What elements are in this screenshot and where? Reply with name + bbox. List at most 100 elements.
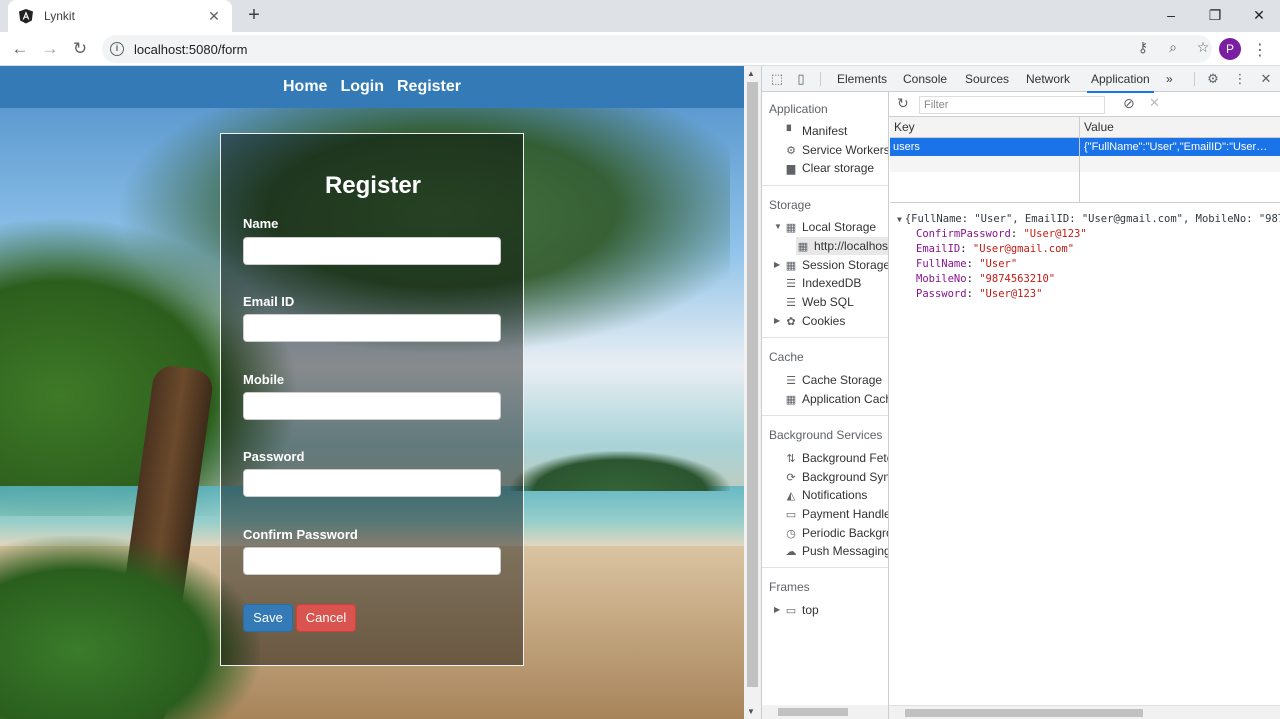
sidebar-item-label: Manifest: [802, 124, 848, 138]
mobile-input[interactable]: [243, 392, 501, 420]
browser-menu-icon[interactable]: ⋮: [1252, 40, 1268, 60]
table-row[interactable]: users {"FullName":"User","EmailID":"User…: [890, 138, 1280, 156]
file-icon: ▘: [786, 126, 796, 138]
expanded-triangle-icon[interactable]: ▼: [897, 215, 902, 224]
row-value: {"FullName":"User","EmailID":"User…: [1084, 141, 1268, 153]
new-tab-icon[interactable]: +: [244, 4, 264, 26]
sidebar-item-application-cache[interactable]: ▦ Application Cache: [784, 390, 888, 408]
sidebar-item-background-sync[interactable]: ⟳ Background Sync: [784, 468, 888, 486]
cookie-icon: ✿: [786, 316, 796, 328]
sidebar-item-manifest[interactable]: ▘ Manifest: [784, 122, 888, 140]
preview-summary[interactable]: ▼ {FullName: "User", EmailID: "User@gmail…: [897, 212, 1280, 227]
device-toolbar-icon[interactable]: ▯: [793, 71, 809, 87]
preview-property: FullName: "User": [916, 258, 1018, 270]
forward-arrow-icon[interactable]: →: [39, 38, 61, 60]
database-icon: ☰: [786, 375, 796, 387]
name-input[interactable]: [243, 237, 501, 265]
property-value: "User": [979, 258, 1018, 270]
sidebar-item-label: Notifications: [802, 488, 868, 502]
column-divider[interactable]: [1079, 117, 1080, 203]
address-bar[interactable]: i localhost:5080/form ⚷ ⌕ ☆: [102, 35, 1212, 63]
tab-application[interactable]: Application: [1087, 66, 1154, 93]
refresh-icon[interactable]: ↻: [897, 95, 909, 112]
tab-console[interactable]: Console: [903, 66, 947, 92]
sidebar-item-background-fetch[interactable]: ⇅ Background Fetch: [784, 449, 888, 467]
sidebar-item-clear-storage[interactable]: ▆ Clear storage: [784, 159, 888, 177]
database-icon: ☰: [786, 297, 796, 309]
sidebar-item-service-workers[interactable]: ⚙ Service Workers: [784, 141, 888, 159]
sidebar-item-push-messaging[interactable]: ☁ Push Messaging: [784, 542, 889, 560]
devtools-close-icon[interactable]: ✕: [1258, 71, 1274, 87]
grid-icon: ▦: [785, 222, 797, 234]
devtools-menu-icon[interactable]: ⋮: [1232, 71, 1248, 87]
page-scrollbar[interactable]: ▲ ▼: [744, 66, 761, 719]
sidebar-item-periodic-sync[interactable]: ◷ Periodic Background Sync: [784, 524, 888, 542]
value-column-header[interactable]: Value: [1084, 120, 1114, 134]
restore-icon[interactable]: ❐: [1193, 0, 1237, 30]
section-frames: Frames: [769, 580, 810, 594]
frame-icon: ▭: [785, 605, 797, 617]
sidebar-hscrollbar[interactable]: [762, 705, 888, 719]
application-sidebar: Application ▘ Manifest ⚙ Service Workers ▆…: [762, 92, 889, 719]
sidebar-item-session-storage[interactable]: ▶ ▦ Session Storage: [774, 256, 888, 274]
collapsed-triangle-icon[interactable]: ▶: [774, 601, 780, 619]
preview-property: ConfirmPassword: "User@123": [916, 228, 1087, 240]
settings-gear-icon[interactable]: ⚙: [1205, 71, 1221, 87]
email-input[interactable]: [243, 314, 501, 342]
sidebar-item-websql[interactable]: ☰ Web SQL: [784, 293, 888, 311]
sidebar-hscroll-thumb[interactable]: [778, 708, 848, 716]
collapsed-triangle-icon[interactable]: ▶: [774, 256, 780, 274]
tab-network[interactable]: Network: [1026, 66, 1070, 92]
expanded-triangle-icon[interactable]: ▼: [774, 218, 782, 236]
inspect-element-icon[interactable]: ⬚: [769, 71, 785, 87]
cancel-button[interactable]: Cancel: [296, 604, 356, 632]
scroll-down-icon[interactable]: ▼: [747, 707, 755, 716]
filter-input[interactable]: Filter: [919, 96, 1105, 114]
property-value: "User@123": [979, 288, 1043, 300]
nav-register-link[interactable]: Register: [397, 78, 461, 96]
sidebar-item-local-storage[interactable]: ▼ ▦ Local Storage: [774, 218, 888, 236]
tab-sources[interactable]: Sources: [965, 66, 1009, 92]
clear-all-icon[interactable]: ⊘: [1123, 95, 1135, 112]
tab-elements[interactable]: Elements: [837, 66, 887, 92]
section-storage: Storage: [769, 198, 812, 212]
nav-login-link[interactable]: Login: [340, 78, 384, 96]
nav-home-link[interactable]: Home: [283, 78, 327, 96]
background-island: [510, 451, 730, 491]
preview-hscrollbar[interactable]: [889, 705, 1280, 719]
section-divider: [762, 185, 888, 186]
address-url[interactable]: localhost:5080/form: [134, 42, 247, 57]
preview-hscroll-thumb[interactable]: [905, 709, 1143, 717]
browser-tab[interactable]: Lynkit ✕: [8, 0, 232, 32]
window-close-icon[interactable]: ✕: [1237, 0, 1280, 30]
preview-property: EmailID: "User@gmail.com": [916, 243, 1075, 255]
key-icon[interactable]: ⚷: [1134, 39, 1152, 56]
profile-avatar[interactable]: P: [1219, 38, 1241, 60]
reload-icon[interactable]: ↻: [69, 38, 91, 60]
back-arrow-icon[interactable]: ←: [9, 38, 31, 60]
sync-icon: ⟳: [786, 472, 796, 484]
sidebar-item-localhost[interactable]: ▦ http://localhost:5080: [796, 237, 888, 255]
page-scroll-thumb[interactable]: [747, 82, 758, 687]
zoom-icon[interactable]: ⌕: [1164, 39, 1182, 56]
sidebar-item-cache-storage[interactable]: ☰ Cache Storage: [784, 371, 888, 389]
minimize-icon[interactable]: –: [1149, 0, 1193, 30]
collapsed-triangle-icon[interactable]: ▶: [774, 312, 780, 330]
sidebar-item-notifications[interactable]: ◭ Notifications: [784, 486, 888, 504]
delete-selected-icon[interactable]: ✕: [1149, 95, 1160, 111]
password-input[interactable]: [243, 469, 501, 497]
grid-icon: ▦: [785, 394, 797, 406]
sidebar-item-payment-handler[interactable]: ▭ Payment Handler: [784, 505, 888, 523]
sidebar-item-frame-top[interactable]: ▶ ▭ top: [774, 601, 888, 619]
more-tabs-icon[interactable]: »: [1166, 66, 1173, 92]
confirm-password-input[interactable]: [243, 547, 501, 575]
sidebar-item-label: top: [802, 603, 819, 617]
key-column-header[interactable]: Key: [894, 120, 915, 134]
save-button[interactable]: Save: [243, 604, 293, 632]
tab-close-icon[interactable]: ✕: [206, 8, 222, 25]
sidebar-item-cookies[interactable]: ▶ ✿ Cookies: [774, 312, 888, 330]
site-info-icon[interactable]: i: [110, 42, 124, 56]
bookmark-star-icon[interactable]: ☆: [1194, 39, 1212, 56]
scroll-up-icon[interactable]: ▲: [747, 69, 755, 78]
sidebar-item-indexeddb[interactable]: ☰ IndexedDB: [784, 274, 888, 292]
